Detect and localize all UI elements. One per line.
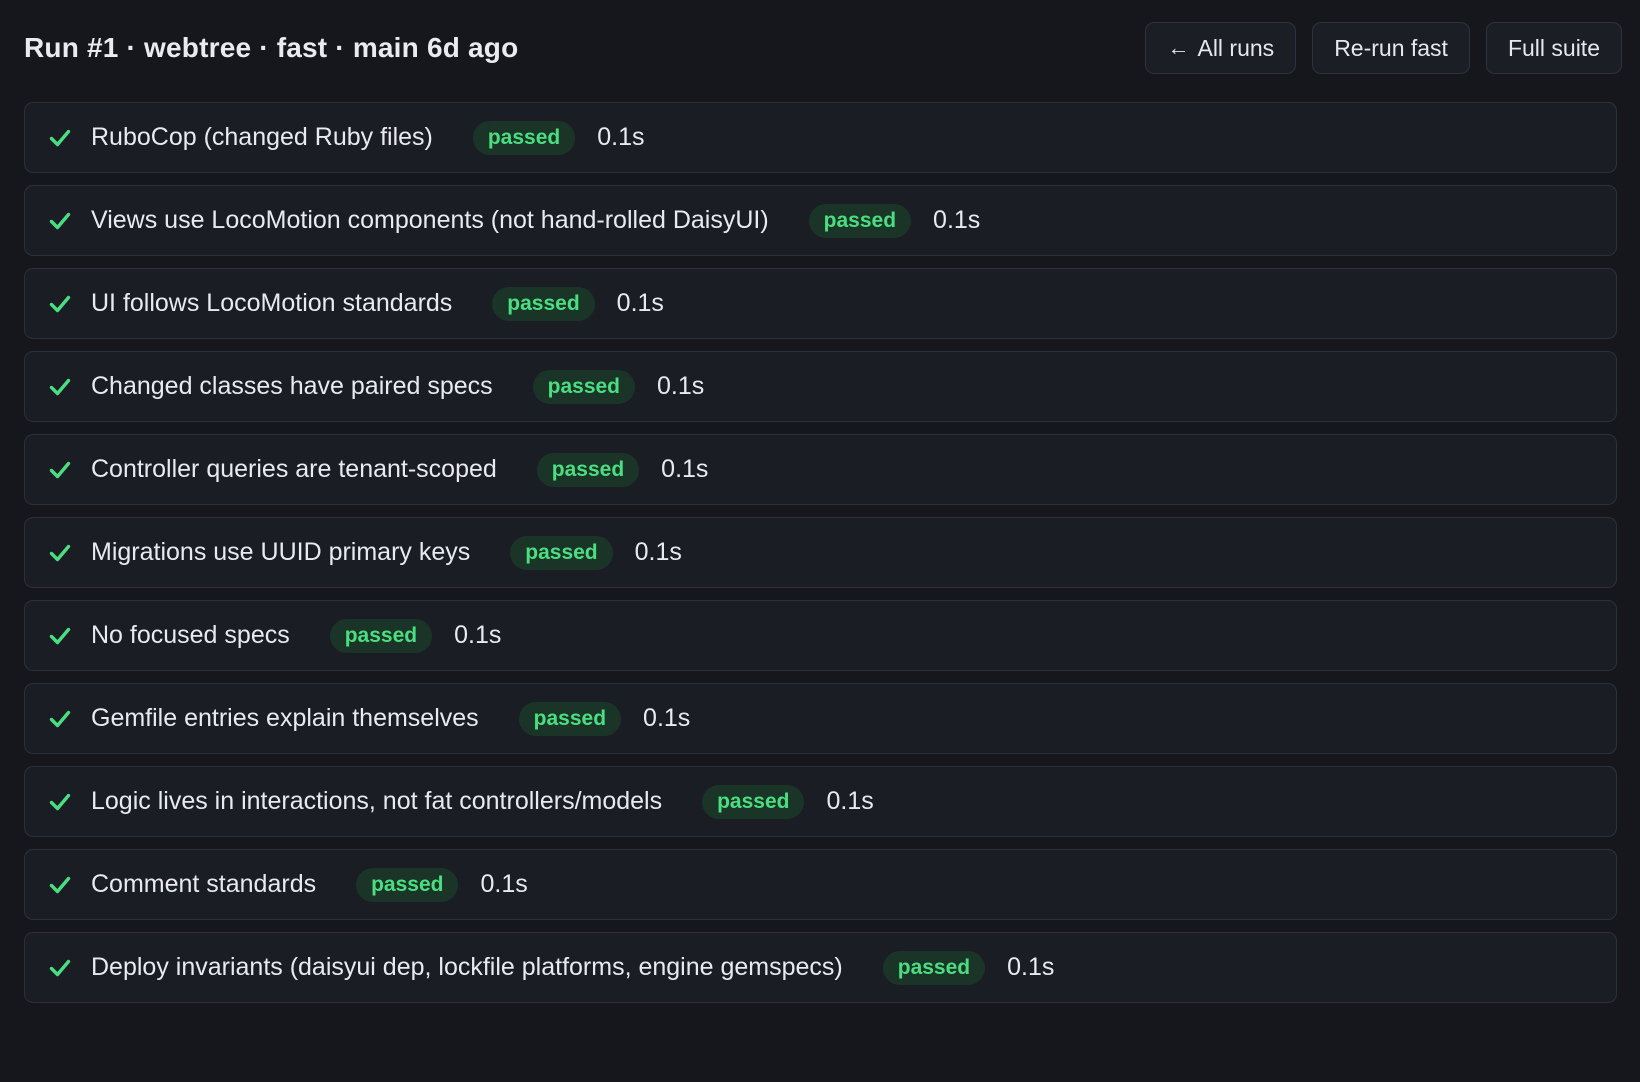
- check-duration: 0.1s: [643, 704, 691, 732]
- check-icon: [47, 457, 73, 483]
- check-name: Controller queries are tenant-scoped: [91, 455, 497, 483]
- status-badge: passed: [536, 452, 640, 487]
- check-icon: [47, 872, 73, 898]
- status-badge: passed: [472, 120, 576, 155]
- check-row[interactable]: No focused specs passed 0.1s: [24, 600, 1617, 671]
- status-badge: passed: [510, 535, 613, 570]
- page-title: Run #1 · webtree · fast · main 6d ago: [24, 32, 519, 63]
- check-row[interactable]: UI follows LocoMotion standards passed 0…: [24, 268, 1617, 339]
- check-icon: [47, 789, 73, 815]
- check-name: Gemfile entries explain themselves: [91, 704, 479, 732]
- check-row[interactable]: Comment standards passed 0.1s: [24, 849, 1617, 920]
- check-duration: 0.1s: [480, 870, 528, 898]
- status-badge: passed: [882, 950, 986, 985]
- check-row[interactable]: Controller queries are tenant-scoped pas…: [24, 434, 1617, 505]
- check-row[interactable]: Changed classes have paired specs passed…: [24, 351, 1617, 422]
- check-name: Changed classes have paired specs: [91, 372, 493, 400]
- check-icon: [47, 706, 73, 732]
- rerun-fast-label: Re-run fast: [1334, 34, 1448, 61]
- status-badge: passed: [492, 286, 595, 321]
- check-name: Logic lives in interactions, not fat con…: [91, 787, 663, 815]
- status-badge: passed: [808, 203, 912, 238]
- check-row[interactable]: Gemfile entries explain themselves passe…: [24, 683, 1617, 754]
- check-name: RuboCop (changed Ruby files): [91, 123, 433, 151]
- check-row[interactable]: Views use LocoMotion components (not han…: [24, 185, 1617, 256]
- arrow-left-icon: ←: [1167, 35, 1190, 60]
- check-duration: 0.1s: [1007, 953, 1055, 981]
- full-suite-label: Full suite: [1507, 34, 1600, 61]
- check-icon: [47, 540, 73, 566]
- check-name: UI follows LocoMotion standards: [91, 289, 453, 317]
- check-list: RuboCop (changed Ruby files) passed 0.1s…: [24, 102, 1617, 1003]
- status-badge: passed: [532, 369, 636, 404]
- check-name: Migrations use UUID primary keys: [91, 538, 471, 566]
- status-badge: passed: [356, 867, 459, 902]
- check-row[interactable]: Migrations use UUID primary keys passed …: [24, 517, 1617, 588]
- check-duration: 0.1s: [634, 538, 682, 566]
- check-name: Views use LocoMotion components (not han…: [91, 206, 769, 234]
- check-row[interactable]: RuboCop (changed Ruby files) passed 0.1s: [24, 102, 1617, 173]
- check-icon: [47, 955, 73, 981]
- run-detail-page: Run #1 · webtree · fast · main 6d ago ← …: [0, 0, 1640, 1082]
- check-icon: [47, 623, 73, 649]
- status-badge: passed: [702, 784, 805, 819]
- all-runs-button[interactable]: ← All runs: [1145, 22, 1297, 74]
- check-duration: 0.1s: [616, 289, 664, 317]
- check-duration: 0.1s: [933, 206, 981, 234]
- check-name: Comment standards: [91, 870, 317, 898]
- header-actions: ← All runs Re-run fast Full suite: [1145, 22, 1622, 74]
- check-icon: [47, 374, 73, 400]
- status-badge: passed: [329, 618, 433, 653]
- check-row[interactable]: Deploy invariants (daisyui dep, lockfile…: [24, 932, 1617, 1003]
- rerun-fast-button[interactable]: Re-run fast: [1312, 22, 1470, 74]
- check-icon: [47, 291, 73, 317]
- page-header: Run #1 · webtree · fast · main 6d ago ← …: [24, 0, 1622, 102]
- check-row[interactable]: Logic lives in interactions, not fat con…: [24, 766, 1617, 837]
- check-duration: 0.1s: [661, 455, 709, 483]
- check-name: Deploy invariants (daisyui dep, lockfile…: [91, 953, 843, 981]
- check-duration: 0.1s: [597, 123, 645, 151]
- full-suite-button[interactable]: Full suite: [1485, 22, 1622, 74]
- check-icon: [47, 208, 73, 234]
- check-duration: 0.1s: [657, 372, 705, 400]
- check-duration: 0.1s: [454, 621, 502, 649]
- check-duration: 0.1s: [826, 787, 874, 815]
- check-name: No focused specs: [91, 621, 290, 649]
- all-runs-label: All runs: [1197, 34, 1275, 61]
- status-badge: passed: [518, 701, 622, 736]
- check-icon: [47, 125, 73, 151]
